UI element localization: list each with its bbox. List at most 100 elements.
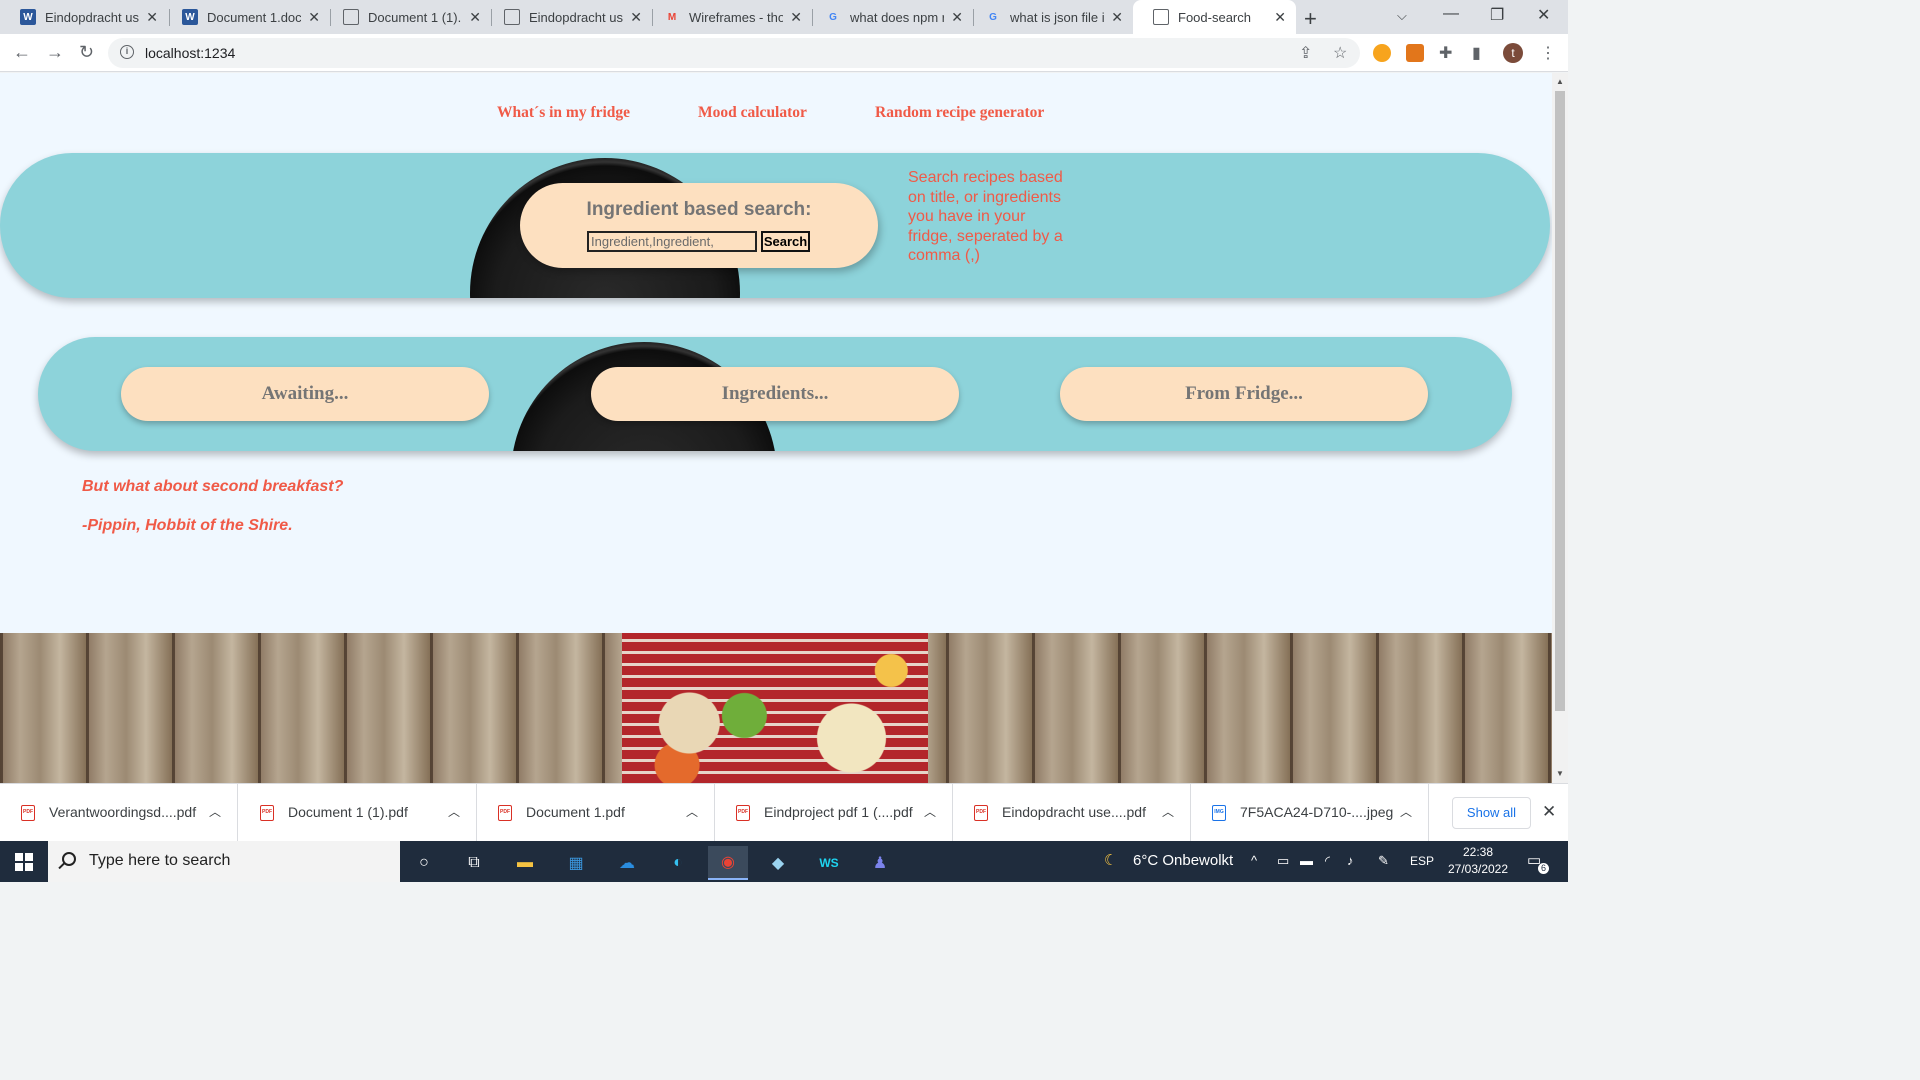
windows-start-icon[interactable]: [15, 853, 33, 871]
weather-moon-icon[interactable]: ☾: [1104, 851, 1117, 869]
wifi-icon[interactable]: ◜: [1325, 853, 1330, 869]
browser-tab[interactable]: W Document 1.docx ✕: [162, 0, 330, 34]
onedrive-icon[interactable]: ☁: [607, 846, 647, 880]
tab-title: what does npm r: [850, 9, 944, 25]
download-item[interactable]: PDF Eindopdracht use....pdf ︿: [953, 784, 1191, 842]
download-item[interactable]: PDF Document 1 (1).pdf ︿: [239, 784, 477, 842]
close-icon[interactable]: ✕: [1274, 9, 1286, 26]
cortana-icon[interactable]: ○: [404, 846, 444, 880]
browser-tab[interactable]: Eindopdracht use ✕: [484, 0, 652, 34]
profile-avatar[interactable]: t: [1503, 43, 1523, 63]
result-card[interactable]: Ingredients...: [591, 367, 959, 421]
chevron-up-icon[interactable]: ︿: [1400, 803, 1412, 820]
result-card[interactable]: From Fridge...: [1060, 367, 1428, 421]
chevron-up-icon[interactable]: ︿: [686, 803, 698, 820]
browser-tab[interactable]: G what is json file in ✕: [965, 0, 1133, 34]
scroll-up-icon[interactable]: ▲: [1556, 77, 1564, 86]
browser-tab[interactable]: M Wireframes - tho ✕: [644, 0, 812, 34]
close-icon[interactable]: ✕: [790, 9, 802, 26]
minimize-icon[interactable]: —: [1443, 5, 1459, 23]
browser-tab[interactable]: Document 1 (1).p ✕: [323, 0, 491, 34]
url-text[interactable]: localhost:1234: [145, 45, 235, 61]
show-all-button[interactable]: Show all: [1452, 797, 1531, 829]
clock-date: 27/03/2022: [1447, 862, 1509, 876]
nav-link-mood-calculator[interactable]: Mood calculator: [698, 104, 807, 122]
file-explorer-icon[interactable]: ▬: [505, 846, 545, 880]
chevron-up-icon[interactable]: ︿: [1162, 803, 1174, 820]
close-icon[interactable]: ✕: [1111, 9, 1123, 26]
close-icon[interactable]: ✕: [951, 9, 963, 26]
extension-icon[interactable]: [1373, 44, 1391, 62]
webstorm-icon[interactable]: WS: [809, 846, 849, 880]
search-icon: [62, 852, 76, 866]
share-icon[interactable]: ⇪: [1299, 43, 1312, 63]
download-item[interactable]: IMG 7F5ACA24-D710-....jpeg ︿: [1191, 784, 1429, 842]
extensions-puzzle-icon[interactable]: ✚: [1439, 43, 1452, 63]
maximize-icon[interactable]: ❐: [1490, 5, 1504, 25]
globe-icon: [504, 9, 520, 25]
page-scrollbar[interactable]: ▲ ▼: [1552, 73, 1568, 783]
edge-icon[interactable]: ◐: [658, 846, 698, 880]
result-card[interactable]: Awaiting...: [121, 367, 489, 421]
chevron-up-icon[interactable]: ^: [1251, 853, 1257, 868]
window-close-icon[interactable]: ✕: [1537, 5, 1550, 25]
close-icon[interactable]: ✕: [308, 9, 320, 26]
download-item[interactable]: PDF Document 1.pdf ︿: [477, 784, 715, 842]
back-icon[interactable]: ←: [13, 42, 31, 63]
microsoft-store-icon[interactable]: ▦: [556, 846, 596, 880]
side-panel-icon[interactable]: ▮: [1472, 43, 1481, 63]
pen-icon[interactable]: ✎: [1378, 853, 1389, 869]
site-info-icon[interactable]: i: [120, 45, 134, 59]
download-name: Verantwoordingsd....pdf: [49, 804, 197, 820]
battery-icon[interactable]: ▬: [1300, 853, 1313, 868]
close-icon[interactable]: ✕: [146, 9, 158, 26]
tab-title: what is json file in: [1010, 9, 1104, 25]
chrome-icon[interactable]: ◉: [708, 846, 748, 880]
browser-tab[interactable]: G what does npm r ✕: [805, 0, 973, 34]
downloads-bar: PDF Verantwoordingsd....pdf ︿ PDF Docume…: [0, 783, 1568, 842]
nav-link-random-recipe[interactable]: Random recipe generator: [875, 104, 1044, 122]
notes-app-icon[interactable]: ◆: [758, 846, 798, 880]
teams-icon[interactable]: ♟: [860, 846, 900, 880]
system-clock[interactable]: 22:38 27/03/2022: [1443, 844, 1513, 878]
nav-link-fridge[interactable]: What´s in my fridge: [497, 104, 630, 122]
pdf-file-icon: PDF: [974, 805, 988, 821]
download-item[interactable]: PDF Eindproject pdf 1 (....pdf ︿: [715, 784, 953, 842]
tab-title: Document 1 (1).p: [368, 9, 462, 25]
close-icon[interactable]: ✕: [630, 9, 642, 26]
browser-tab-strip: W Eindopdracht use ✕ W Document 1.docx ✕…: [0, 0, 1568, 34]
globe-icon: [343, 9, 359, 25]
forward-icon[interactable]: →: [46, 42, 64, 63]
device-icon[interactable]: ▭: [1277, 853, 1289, 869]
address-bar[interactable]: i localhost:1234: [108, 38, 1360, 68]
close-icon[interactable]: ✕: [1542, 802, 1556, 822]
download-item[interactable]: PDF Verantwoordingsd....pdf ︿: [0, 784, 238, 842]
scroll-down-icon[interactable]: ▼: [1556, 769, 1564, 778]
bookmark-star-icon[interactable]: ☆: [1333, 43, 1347, 63]
pdf-file-icon: PDF: [736, 805, 750, 821]
metamask-icon[interactable]: [1406, 44, 1424, 62]
chevron-up-icon[interactable]: ︿: [924, 803, 936, 820]
chevron-up-icon[interactable]: ︿: [209, 803, 221, 820]
tab-title: Wireframes - tho: [689, 9, 783, 25]
menu-kebab-icon[interactable]: ⋮: [1540, 43, 1556, 63]
new-tab-button[interactable]: +: [1304, 6, 1317, 32]
taskbar-search-box[interactable]: Type here to search: [48, 841, 400, 882]
search-button[interactable]: Search: [761, 231, 810, 252]
tab-title: Document 1.docx: [207, 9, 301, 25]
browser-tab-active[interactable]: Food-search ✕: [1133, 0, 1296, 34]
close-icon[interactable]: ✕: [469, 9, 481, 26]
scrollbar-thumb[interactable]: [1555, 91, 1565, 711]
tab-title: Eindopdracht use: [529, 9, 623, 25]
volume-icon[interactable]: ♪: [1347, 853, 1354, 868]
task-view-icon[interactable]: ⧉: [454, 846, 494, 880]
browser-toolbar: ← → ↻ i localhost:1234 ⇪ ☆ ✚ ▮ t ⋮: [0, 34, 1568, 72]
reload-icon[interactable]: ↻: [79, 42, 94, 63]
chevron-up-icon[interactable]: ︿: [448, 803, 460, 820]
weather-text[interactable]: 6°C Onbewolkt: [1133, 852, 1233, 869]
ingredient-search-input[interactable]: [587, 231, 757, 252]
tab-search-chevron-icon[interactable]: ⌵: [1397, 8, 1407, 24]
language-indicator[interactable]: ESP: [1410, 854, 1434, 868]
notification-count-badge: 6: [1538, 863, 1549, 874]
browser-tab[interactable]: W Eindopdracht use ✕: [0, 0, 168, 34]
